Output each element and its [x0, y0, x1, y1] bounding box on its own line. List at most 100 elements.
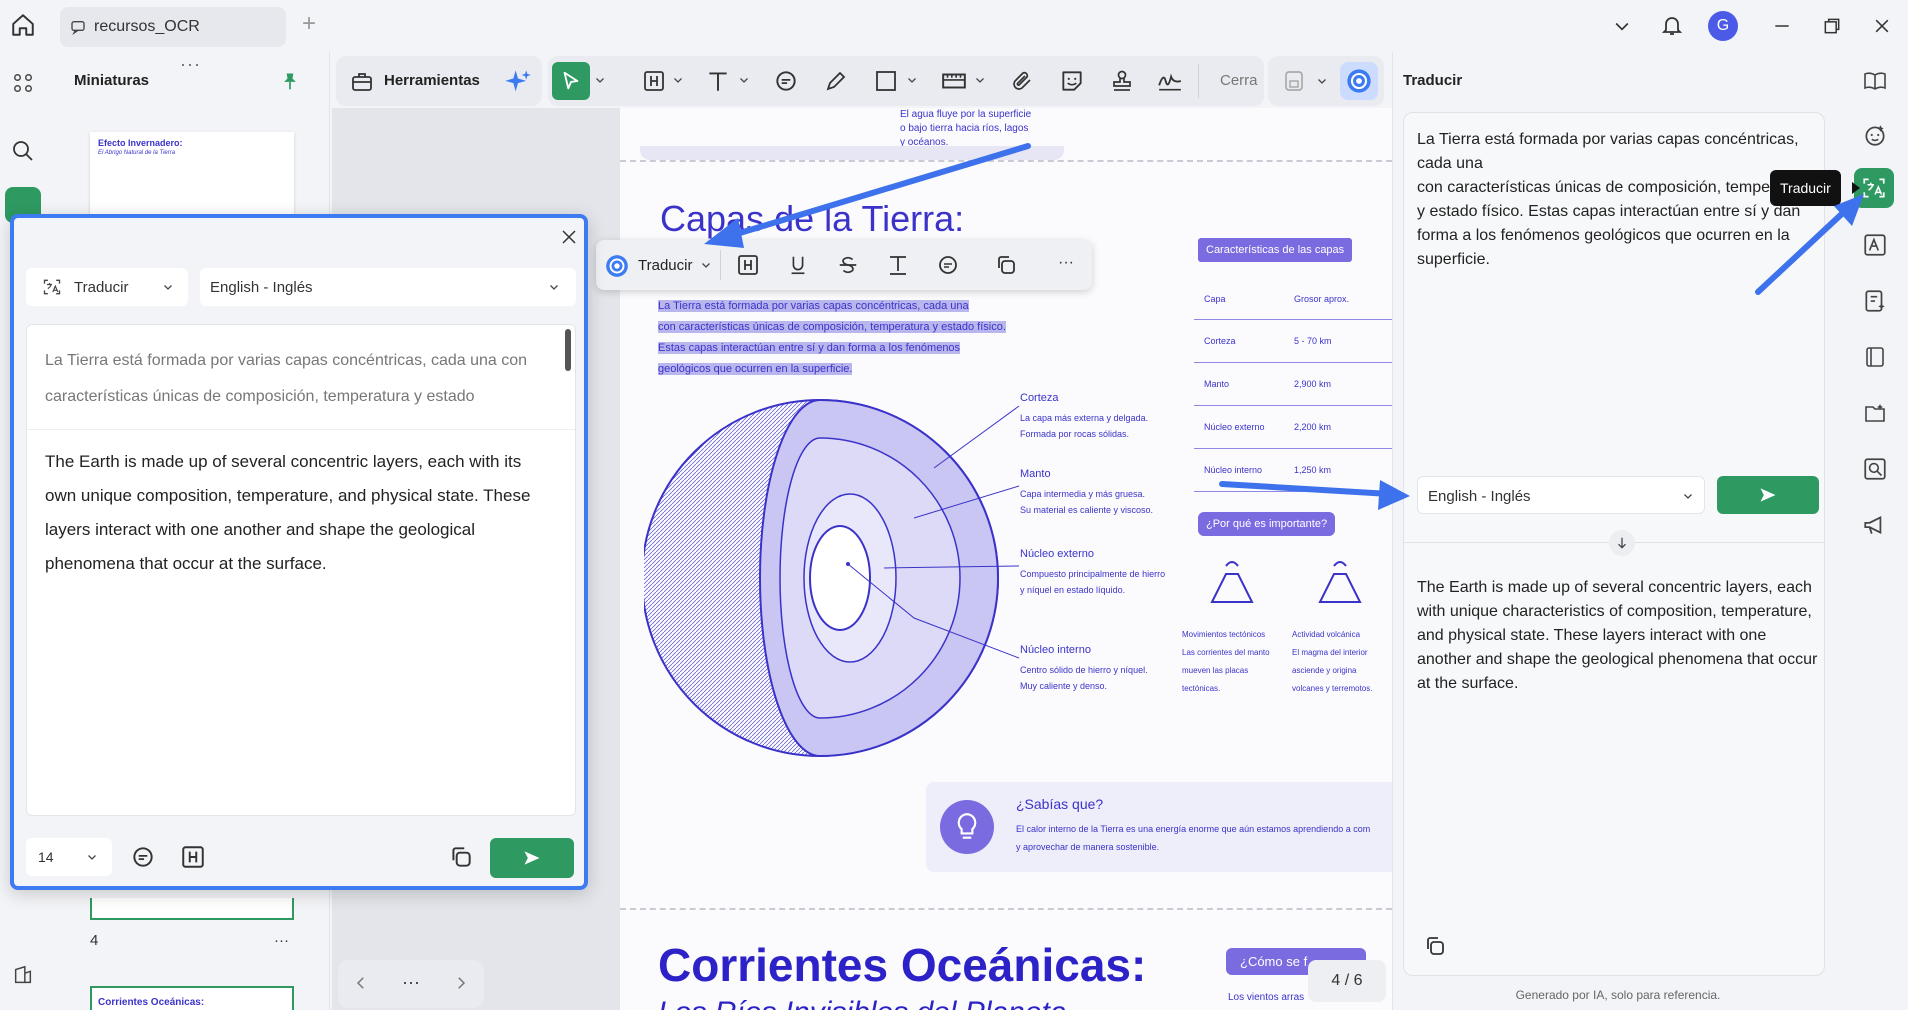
next-section-text: Los vientos arras: [1228, 992, 1305, 1003]
shape-tool-icon[interactable]: [870, 65, 902, 97]
table-row: Núcleo externo 2,200 km: [1194, 406, 1392, 449]
translate-button[interactable]: [1854, 168, 1894, 208]
new-tab-button[interactable]: +: [302, 10, 316, 38]
strikethrough-icon[interactable]: [832, 249, 864, 281]
close-icon[interactable]: [1872, 16, 1892, 36]
search-document-button[interactable]: [1852, 446, 1898, 492]
ai-chat-button[interactable]: [1852, 112, 1898, 158]
apps-button[interactable]: [0, 60, 46, 106]
translated-text[interactable]: The Earth is made up of several concentr…: [45, 445, 555, 581]
ai-assistant-button[interactable]: [1340, 62, 1378, 100]
translate-menu-button[interactable]: Traducir: [638, 257, 692, 274]
send-icon: [1757, 485, 1779, 505]
page-nav-more[interactable]: ···: [402, 972, 420, 993]
highlight-icon[interactable]: [732, 249, 764, 281]
volcano-icon: [1318, 558, 1362, 604]
minimize-icon[interactable]: [1772, 16, 1792, 36]
sticker-icon[interactable]: [1056, 65, 1088, 97]
ocr-button[interactable]: [1852, 222, 1898, 268]
panel-translate-button[interactable]: [1717, 476, 1819, 514]
ai-sparkle-icon[interactable]: [504, 68, 532, 96]
language-select[interactable]: English - Inglés: [200, 268, 576, 306]
mode-select[interactable]: Traducir: [26, 268, 188, 306]
chevron-down-icon[interactable]: [594, 74, 606, 86]
chevron-down-icon[interactable]: [974, 74, 986, 86]
chevron-left-icon[interactable]: [352, 974, 370, 992]
selected-paragraph[interactable]: La Tierra está formada por varias capas …: [658, 296, 1006, 380]
send-icon: [521, 848, 543, 868]
underline-icon[interactable]: [782, 249, 814, 281]
restore-icon[interactable]: [1822, 16, 1842, 36]
font-size-select[interactable]: 14: [26, 838, 112, 876]
chevron-down-icon[interactable]: [906, 74, 918, 86]
thumbnail-page-2[interactable]: Efecto Invernadero: El Abrigo Natural de…: [90, 132, 294, 216]
ai-orb-icon[interactable]: [604, 253, 630, 279]
scrollbar[interactable]: [565, 329, 571, 371]
translate-icon: [42, 277, 62, 297]
copy-icon[interactable]: [448, 844, 474, 870]
panel-title: Traducir: [1403, 72, 1463, 89]
chevron-down-icon[interactable]: [700, 259, 712, 271]
present-button[interactable]: [1852, 502, 1898, 548]
copy-icon[interactable]: [1423, 934, 1447, 958]
thumbnail-page-5[interactable]: Corrientes Oceánicas:: [90, 986, 294, 1010]
chevron-down-icon[interactable]: [1612, 16, 1632, 36]
chevron-right-icon[interactable]: [452, 974, 470, 992]
thumbnail-page-4[interactable]: [90, 898, 294, 920]
translate-icon: [1861, 175, 1887, 201]
comment-tool-icon[interactable]: [770, 65, 802, 97]
chevron-down-icon: [86, 851, 98, 863]
measure-tool-icon[interactable]: [938, 65, 970, 97]
thumbnail-more-button[interactable]: ···: [274, 932, 289, 949]
save-icon[interactable]: [1278, 65, 1310, 97]
search-button[interactable]: [0, 128, 46, 174]
attachment-icon[interactable]: [1006, 65, 1038, 97]
panel-language-select[interactable]: English - Inglés: [1417, 476, 1705, 514]
avatar[interactable]: G: [1708, 11, 1738, 41]
panel-result-text[interactable]: The Earth is made up of several concentr…: [1417, 576, 1819, 696]
pin-icon[interactable]: [280, 70, 300, 92]
source-text-input[interactable]: La Tierra está formada por varias capas …: [45, 343, 545, 415]
highlight-tool-icon[interactable]: [638, 65, 670, 97]
ai-disclaimer: Generado por IA, solo para referencia.: [1515, 988, 1721, 1002]
select-tool-button[interactable]: [552, 62, 590, 100]
settings-button[interactable]: [0, 952, 46, 998]
copy-icon[interactable]: [990, 249, 1022, 281]
pencil-tool-icon[interactable]: [820, 65, 852, 97]
text-tool-icon[interactable]: [702, 65, 734, 97]
stamp-icon[interactable]: [1106, 65, 1138, 97]
selection-toolbar: Traducir ···: [596, 240, 1092, 290]
chevron-down-icon[interactable]: [1316, 75, 1328, 87]
tab-title: recursos_OCR: [94, 18, 200, 35]
highlight-icon[interactable]: [180, 844, 206, 870]
dialog-close-icon[interactable]: [560, 228, 578, 246]
page-navigation: ···: [338, 960, 484, 1008]
cursor-icon: [560, 70, 582, 92]
mode-select-value: Traducir: [74, 278, 129, 296]
comment-icon[interactable]: [932, 249, 964, 281]
chevron-down-icon[interactable]: [738, 74, 750, 86]
chevron-down-icon[interactable]: [672, 74, 684, 86]
top-text: El agua fluye por la superficie o bajo t…: [900, 109, 1032, 148]
summary-button[interactable]: [1852, 278, 1898, 324]
tools-button[interactable]: Herramientas: [384, 72, 480, 89]
chevron-down-icon: [1682, 490, 1694, 502]
close-tools-button[interactable]: Cerra: [1220, 72, 1258, 89]
dialog-translate-button[interactable]: [490, 838, 574, 878]
table-row: Corteza 5 - 70 km: [1194, 320, 1392, 363]
chevron-down-icon: [548, 281, 560, 293]
document-tab[interactable]: recursos_OCR: [60, 7, 286, 47]
reading-mode-button[interactable]: [1852, 58, 1898, 104]
more-button[interactable]: ···: [1058, 254, 1074, 272]
page-indicator[interactable]: 4 / 6: [1308, 960, 1386, 1002]
signature-icon[interactable]: [1154, 65, 1186, 97]
bell-icon[interactable]: [1660, 13, 1684, 37]
chevron-down-icon: [162, 281, 174, 293]
text-icon[interactable]: [882, 249, 914, 281]
home-icon[interactable]: [10, 12, 36, 38]
comment-icon[interactable]: [130, 844, 156, 870]
files-button[interactable]: [1852, 390, 1898, 436]
resize-handle[interactable]: ···: [180, 54, 201, 75]
panel-source-text[interactable]: La Tierra está formada por varias capas …: [1417, 128, 1819, 272]
bookmarks-button[interactable]: [1852, 334, 1898, 380]
